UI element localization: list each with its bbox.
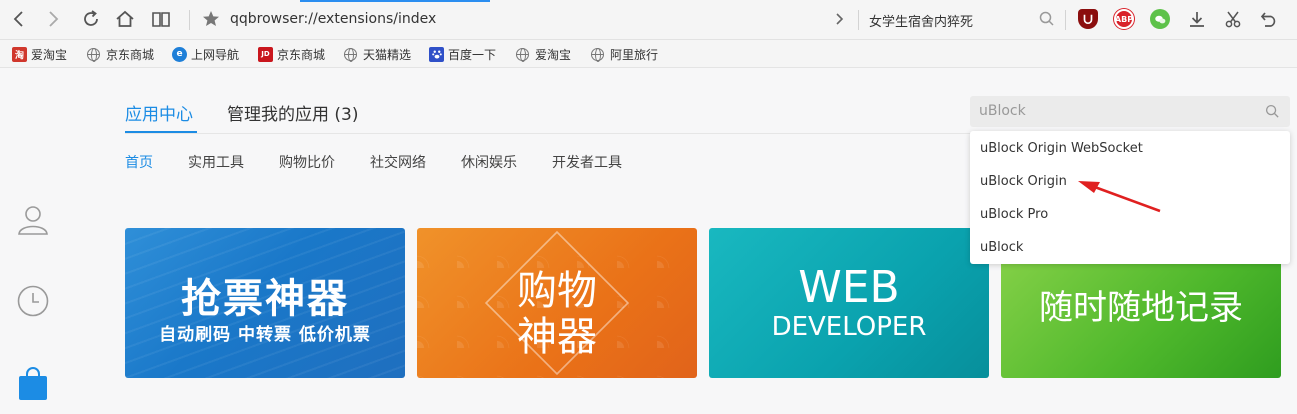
banner-title: 随时随地记录: [1039, 288, 1243, 328]
bookmark-label: 阿里旅行: [610, 47, 659, 62]
ublock-icon[interactable]: [1078, 9, 1098, 29]
chevron-right-icon[interactable]: [828, 8, 850, 30]
bookmark-label: 爱淘宝: [31, 47, 68, 62]
globe-icon: [344, 47, 357, 62]
bookmark-item[interactable]: JD 京东商城: [258, 45, 325, 63]
extension-search-input[interactable]: uBlock: [970, 96, 1290, 127]
tab-manage-apps[interactable]: 管理我的应用 (3): [227, 100, 358, 125]
page-load-progress: [300, 0, 490, 2]
ie-icon: e: [172, 46, 187, 62]
browser-toolbar: qqbrowser://extensions/index 女学生宿舍内猝死 AB…: [0, 0, 1297, 40]
bookmark-item[interactable]: 百度一下: [429, 45, 496, 63]
banner-line1: WEB: [798, 262, 900, 313]
reader-icon[interactable]: [150, 8, 172, 30]
tab-app-center[interactable]: 应用中心: [125, 100, 193, 125]
globe-icon: [516, 47, 529, 62]
shopping-bag-icon[interactable]: [16, 366, 50, 400]
home-icon[interactable]: [114, 8, 136, 30]
bookmark-label: 京东商城: [277, 47, 326, 62]
category-tools[interactable]: 实用工具: [188, 152, 244, 172]
search-bar[interactable]: 女学生宿舍内猝死: [869, 11, 973, 30]
history-clock-icon[interactable]: [16, 284, 50, 318]
bookmark-label: 京东商城: [106, 47, 155, 62]
bookmark-item[interactable]: 天猫精选: [344, 45, 411, 63]
bookmarks-bar: 淘 爱淘宝 京东商城 e 上网导航 JD 京东商城 天猫精选 百度一下 爱淘宝 …: [0, 40, 1297, 68]
globe-icon: [87, 47, 100, 62]
abp-icon[interactable]: ABP: [1114, 9, 1134, 29]
reload-icon[interactable]: [80, 8, 102, 30]
category-developer[interactable]: 开发者工具: [552, 152, 622, 172]
bookmark-item[interactable]: 京东商城: [87, 45, 154, 63]
scissors-icon[interactable]: [1222, 8, 1244, 30]
baidu-paw-icon: [429, 46, 444, 62]
category-social[interactable]: 社交网络: [370, 152, 426, 172]
banner-shopping[interactable]: 购物 神器: [417, 228, 697, 378]
search-input-value: uBlock: [979, 103, 1026, 119]
search-icon[interactable]: [1265, 104, 1280, 119]
bookmark-item[interactable]: 阿里旅行: [591, 45, 658, 63]
bookmark-item[interactable]: 淘 爱淘宝: [12, 45, 67, 63]
bookmark-label: 上网导航: [191, 47, 240, 62]
address-bar[interactable]: qqbrowser://extensions/index: [230, 11, 436, 27]
globe-icon: [591, 47, 604, 62]
banner-title: 抢票神器: [181, 276, 349, 322]
bookmark-label: 爱淘宝: [535, 47, 572, 62]
banner-web-developer[interactable]: WEB DEVELOPER: [709, 228, 989, 378]
banner-subtitle: 自动刷码 中转票 低价机票: [159, 325, 371, 345]
back-icon[interactable]: [8, 8, 30, 30]
annotation-arrow-icon: [1078, 181, 1161, 213]
jd-icon: JD: [258, 46, 273, 62]
bookmark-item[interactable]: 爱淘宝: [516, 45, 571, 63]
suggestion-item[interactable]: uBlock Origin: [980, 174, 1067, 189]
banner-ticket-grabber[interactable]: 抢票神器 自动刷码 中转票 低价机票: [125, 228, 405, 378]
undo-icon[interactable]: [1258, 8, 1280, 30]
abp-label: ABP: [1114, 14, 1134, 24]
category-shopping[interactable]: 购物比价: [279, 152, 335, 172]
bookmark-item[interactable]: e 上网导航: [172, 45, 239, 63]
suggestion-item[interactable]: uBlock: [980, 240, 1023, 255]
bookmark-label: 百度一下: [448, 47, 497, 62]
user-icon[interactable]: [16, 202, 50, 236]
download-icon[interactable]: [1186, 8, 1208, 30]
taobao-icon: 淘: [12, 46, 27, 62]
star-icon[interactable]: [200, 8, 222, 30]
suggestion-item[interactable]: uBlock Pro: [980, 207, 1048, 222]
category-home[interactable]: 首页: [125, 152, 153, 172]
forward-icon[interactable]: [42, 8, 64, 30]
banner-line2: 神器: [517, 314, 597, 360]
banner-line2: DEVELOPER: [771, 312, 927, 342]
category-leisure[interactable]: 休闲娱乐: [461, 152, 517, 172]
search-icon[interactable]: [1036, 8, 1058, 30]
suggestion-item[interactable]: uBlock Origin WebSocket: [980, 141, 1143, 156]
bookmark-label: 天猫精选: [363, 47, 412, 62]
wechat-icon[interactable]: [1150, 9, 1170, 29]
